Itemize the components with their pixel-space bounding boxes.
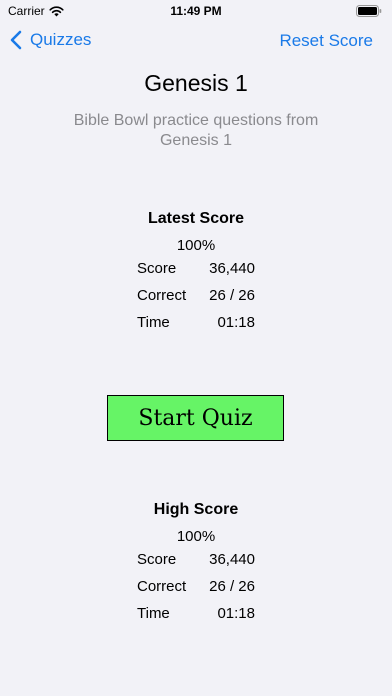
status-bar: Carrier 11:49 PM <box>0 0 392 22</box>
high-score-heading: High Score <box>153 501 239 518</box>
back-button[interactable]: Quizzes <box>10 30 91 50</box>
score-label: Score <box>137 260 177 277</box>
high-score-row: Score 36,440 <box>136 546 256 573</box>
quiz-subtitle: Bible Bowl practice questions from Genes… <box>73 112 319 149</box>
latest-score-percent: 100% <box>176 237 216 254</box>
correct-value: 26 / 26 <box>209 287 255 304</box>
time-value: 01:18 <box>217 605 255 622</box>
high-score-percent: 100% <box>176 528 216 545</box>
latest-score-section: Latest Score 100% Score 36,440 Correct 2… <box>0 209 392 336</box>
score-label: Score <box>137 551 177 568</box>
back-button-label: Quizzes <box>30 30 92 49</box>
battery-icon <box>356 5 382 17</box>
latest-correct-row: Correct 26 / 26 <box>136 282 256 309</box>
reset-score-button[interactable]: Reset Score <box>279 31 373 51</box>
time-label: Time <box>137 314 170 331</box>
correct-label: Correct <box>137 578 187 595</box>
time-value: 01:18 <box>217 314 255 331</box>
score-value: 36,440 <box>209 551 255 568</box>
time-label: Time <box>137 605 170 622</box>
status-time: 11:49 PM <box>170 4 222 18</box>
score-value: 36,440 <box>209 260 255 277</box>
latest-score-row: Score 36,440 <box>136 255 256 282</box>
high-correct-row: Correct 26 / 26 <box>136 573 256 600</box>
high-score-section: High Score 100% Score 36,440 Correct 26 … <box>0 500 392 627</box>
correct-value: 26 / 26 <box>209 578 255 595</box>
latest-time-row: Time 01:18 <box>136 309 256 336</box>
chevron-left-icon <box>10 30 22 50</box>
start-quiz-button[interactable]: Start Quiz <box>107 395 284 441</box>
latest-score-heading: Latest Score <box>147 210 245 227</box>
page-title: Genesis 1 <box>144 70 248 96</box>
correct-label: Correct <box>137 287 187 304</box>
high-time-row: Time 01:18 <box>136 600 256 627</box>
